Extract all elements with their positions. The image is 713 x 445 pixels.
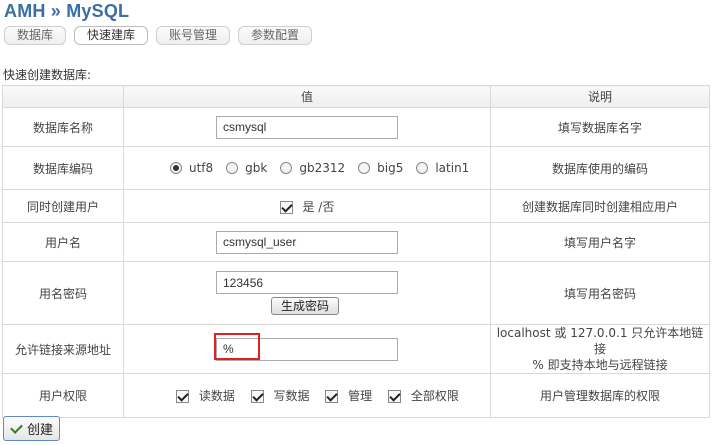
- perm-all-label: 全部权限: [410, 389, 459, 403]
- perm-write-checkbox[interactable]: [250, 390, 264, 403]
- header-value: 值: [123, 85, 491, 108]
- username-label: 用户名: [2, 222, 124, 262]
- create-user-label: 同时创建用户: [2, 189, 124, 223]
- radio-button[interactable]: [226, 162, 239, 174]
- perm-all-checkbox[interactable]: [388, 390, 402, 403]
- create-user-checkbox[interactable]: [279, 200, 293, 214]
- allowed-host-input[interactable]: [216, 337, 398, 361]
- password-desc: 填写用名密码: [490, 261, 710, 325]
- permissions-label: 用户权限: [2, 373, 124, 418]
- perm-read-checkbox[interactable]: [176, 390, 189, 403]
- page-title: AMH » MySQL: [4, 1, 130, 21]
- row-create-user: 同时创建用户 是 /否 创建数据库同时创建相应用户: [2, 189, 710, 223]
- tab-databases[interactable]: 数据库: [4, 26, 67, 45]
- row-db-encoding: 数据库编码 utf8 gbk gb2312 big5 latin1 数据库使用的…: [2, 146, 710, 190]
- tab-quick-create[interactable]: 快速建库: [74, 26, 149, 45]
- radio-utf8[interactable]: utf8: [170, 161, 213, 175]
- perm-manage-label: 管理: [348, 389, 373, 403]
- create-user-desc: 创建数据库同时创建相应用户: [490, 189, 710, 223]
- allowed-host-desc-line2: % 即支持本地与远程链接: [532, 358, 668, 372]
- db-encoding-desc: 数据库使用的编码: [490, 146, 710, 190]
- username-input[interactable]: [216, 230, 398, 254]
- radio-gb2312[interactable]: gb2312: [280, 161, 345, 175]
- row-permissions: 用户权限 读数据 写数据 管理 全部权限 用户管理数据库的权限: [2, 373, 710, 418]
- encoding-radio-group: utf8 gbk gb2312 big5 latin1: [170, 161, 490, 175]
- permissions-desc: 用户管理数据库的权限: [490, 373, 710, 418]
- tab-accounts[interactable]: 账号管理: [156, 26, 231, 45]
- perm-read-label: 读数据: [198, 389, 235, 403]
- create-db-form: 值 说明 数据库名称 填写数据库名字 数据库编码 utf8 gbk gb2312…: [2, 85, 710, 418]
- allowed-host-desc-line1: localhost 或 127.0.0.1 只允许本地链接: [496, 326, 704, 356]
- row-db-name: 数据库名称 填写数据库名字: [2, 107, 710, 147]
- password-input[interactable]: [216, 271, 398, 294]
- db-encoding-label: 数据库编码: [2, 146, 124, 190]
- tab-config[interactable]: 参数配置: [238, 26, 313, 45]
- db-name-label: 数据库名称: [2, 107, 124, 147]
- allowed-host-label: 允许链接来源地址: [2, 324, 124, 374]
- row-username: 用户名 填写用户名字: [2, 222, 710, 262]
- password-label: 用名密码: [2, 261, 124, 325]
- row-allowed-host: 允许链接来源地址 localhost 或 127.0.0.1 只允许本地链接 %…: [2, 324, 710, 374]
- radio-button[interactable]: [416, 162, 429, 174]
- header-label: [2, 85, 124, 108]
- create-button[interactable]: 创建: [3, 416, 60, 441]
- db-name-desc: 填写数据库名字: [490, 107, 710, 147]
- radio-button[interactable]: [280, 162, 293, 174]
- radio-big5[interactable]: big5: [358, 161, 403, 175]
- radio-gbk[interactable]: gbk: [226, 161, 267, 175]
- tab-bar: 数据库 快速建库 账号管理 参数配置: [4, 26, 313, 45]
- allowed-host-desc: localhost 或 127.0.0.1 只允许本地链接 % 即支持本地与远程…: [490, 324, 710, 374]
- generate-password-button[interactable]: 生成密码: [271, 297, 340, 315]
- section-label: 快速创建数据库:: [3, 68, 92, 82]
- check-icon: [9, 422, 23, 436]
- create-button-label: 创建: [27, 423, 54, 438]
- perm-write-label: 写数据: [273, 389, 310, 403]
- row-password: 用名密码 生成密码 填写用名密码: [2, 261, 710, 325]
- db-name-input[interactable]: [216, 115, 398, 139]
- header-desc: 说明: [490, 85, 710, 108]
- radio-button[interactable]: [170, 162, 182, 174]
- perm-manage-checkbox[interactable]: [325, 390, 339, 403]
- create-user-checkbox-label: 是 /否: [302, 199, 335, 214]
- radio-latin1[interactable]: latin1: [416, 161, 469, 175]
- radio-button[interactable]: [358, 162, 371, 174]
- username-desc: 填写用户名字: [490, 222, 710, 262]
